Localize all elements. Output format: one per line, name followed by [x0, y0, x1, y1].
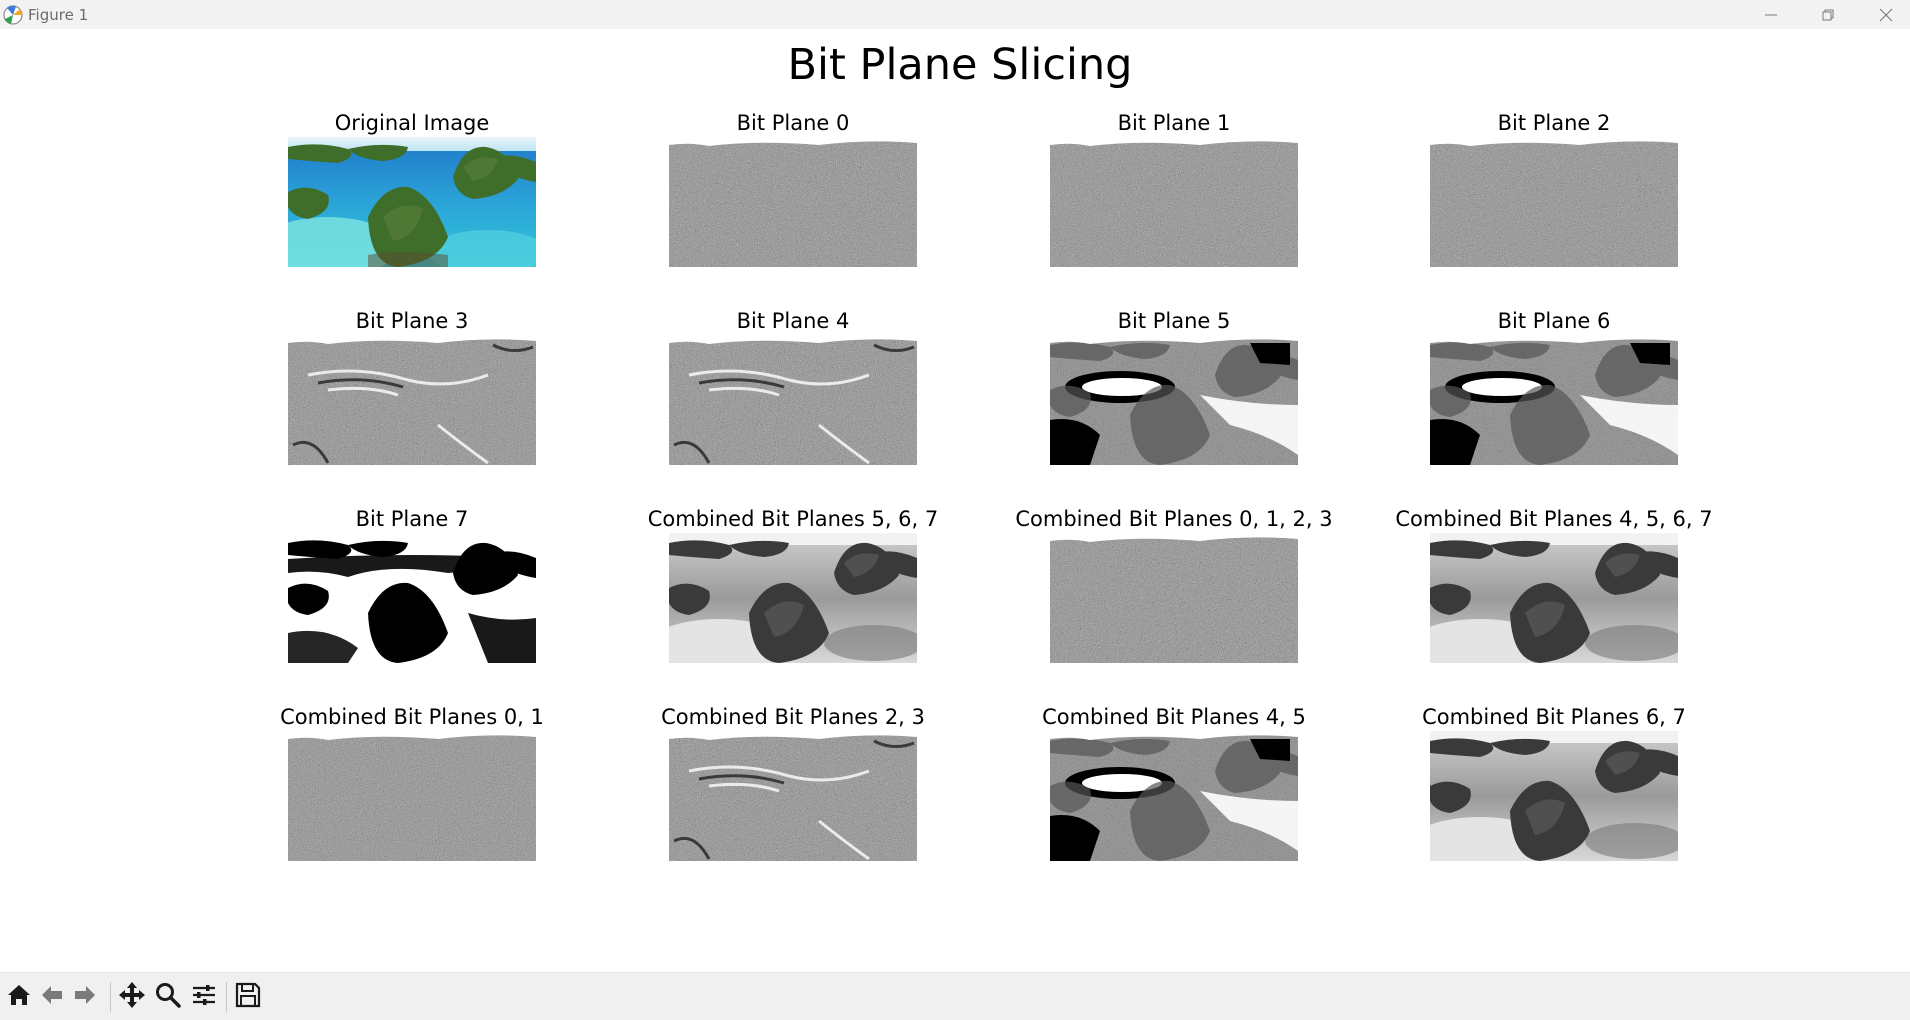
restore-icon [1821, 8, 1835, 22]
forward-arrow-icon [71, 981, 99, 1013]
matplotlib-app-icon [2, 4, 24, 26]
subplot-panel: Bit Plane 2 [1364, 111, 1744, 281]
subplot-title: Bit Plane 0 [736, 111, 850, 135]
bit-plane-image [1430, 335, 1678, 465]
bit-plane-image [288, 335, 536, 465]
figure-suptitle: Bit Plane Slicing [787, 40, 1133, 90]
back-arrow-icon [38, 981, 66, 1013]
pan-move-icon [117, 980, 147, 1014]
subplot-title: Bit Plane 7 [355, 507, 469, 531]
subplot-title: Combined Bit Planes 6, 7 [1422, 705, 1686, 729]
subplot-title: Combined Bit Planes 4, 5 [1042, 705, 1306, 729]
bit-plane-image [1050, 335, 1298, 465]
subplot-panel: Combined Bit Planes 2, 3 [603, 705, 983, 875]
zoom-button[interactable] [152, 981, 184, 1013]
zoom-magnifier-icon [154, 981, 182, 1013]
subplot-panel: Bit Plane 1 [984, 111, 1364, 281]
pan-button[interactable] [116, 981, 148, 1013]
subplot-title: Combined Bit Planes 0, 1 [280, 705, 544, 729]
subplot-panel: Combined Bit Planes 4, 5, 6, 7 [1364, 507, 1744, 677]
subplot-title: Original Image [334, 111, 490, 135]
configure-subplots-icon [190, 981, 218, 1013]
bit-plane-image [288, 533, 536, 663]
subplot-panel: Combined Bit Planes 5, 6, 7 [603, 507, 983, 677]
bit-plane-image [669, 731, 917, 861]
subplot-title: Bit Plane 5 [1117, 309, 1231, 333]
subplot-panel: Bit Plane 4 [603, 309, 983, 479]
subplot-title: Bit Plane 6 [1497, 309, 1611, 333]
minimize-button[interactable] [1742, 0, 1800, 29]
bit-plane-image [1430, 731, 1678, 861]
subplot-title: Bit Plane 2 [1497, 111, 1611, 135]
bit-plane-image [1430, 137, 1678, 267]
bit-plane-image [669, 335, 917, 465]
figure-window: Figure 1 Bit Plane Slicing Original Imag… [0, 0, 1910, 1020]
save-button[interactable] [232, 981, 264, 1013]
title-bar: Figure 1 [0, 0, 1910, 29]
home-button[interactable] [3, 981, 35, 1013]
original-image [288, 137, 536, 267]
bit-plane-image [669, 137, 917, 267]
subplot-title: Combined Bit Planes 4, 5, 6, 7 [1395, 507, 1713, 531]
toolbar-separator [226, 982, 227, 1012]
restore-button[interactable] [1799, 0, 1857, 29]
bit-plane-image [1430, 533, 1678, 663]
subplot-title: Combined Bit Planes 5, 6, 7 [647, 507, 939, 531]
back-button[interactable] [36, 981, 68, 1013]
subplot-panel: Bit Plane 0 [603, 111, 983, 281]
subplot-panel: Bit Plane 5 [984, 309, 1364, 479]
subplot-panel: Bit Plane 7 [222, 507, 602, 677]
bit-plane-image [1050, 137, 1298, 267]
bit-plane-image [1050, 533, 1298, 663]
subplot-panel: Bit Plane 3 [222, 309, 602, 479]
subplot-panel: Combined Bit Planes 0, 1, 2, 3 [984, 507, 1364, 677]
subplot-panel: Combined Bit Planes 4, 5 [984, 705, 1364, 875]
window-title: Figure 1 [28, 6, 89, 24]
subplot-title: Bit Plane 1 [1117, 111, 1231, 135]
minimize-icon [1764, 8, 1778, 22]
subplot-title: Combined Bit Planes 0, 1, 2, 3 [1015, 507, 1333, 531]
toolbar-separator [110, 982, 111, 1012]
close-icon [1879, 8, 1893, 22]
figure-canvas: Bit Plane Slicing Original Image Bit Pla… [0, 29, 1910, 972]
home-icon [5, 981, 33, 1013]
save-floppy-icon [234, 981, 262, 1013]
navigation-toolbar [0, 972, 1910, 1020]
forward-button[interactable] [69, 981, 101, 1013]
bit-plane-image [669, 533, 917, 663]
configure-subplots-button[interactable] [188, 981, 220, 1013]
bit-plane-image [1050, 731, 1298, 861]
subplot-title: Bit Plane 3 [355, 309, 469, 333]
subplot-panel: Combined Bit Planes 0, 1 [222, 705, 602, 875]
subplot-title: Combined Bit Planes 2, 3 [661, 705, 925, 729]
close-button[interactable] [1857, 0, 1910, 29]
subplot-panel: Original Image [222, 111, 602, 281]
subplot-panel: Bit Plane 6 [1364, 309, 1744, 479]
bit-plane-image [288, 731, 536, 861]
subplot-title: Bit Plane 4 [736, 309, 850, 333]
subplot-panel: Combined Bit Planes 6, 7 [1364, 705, 1744, 875]
